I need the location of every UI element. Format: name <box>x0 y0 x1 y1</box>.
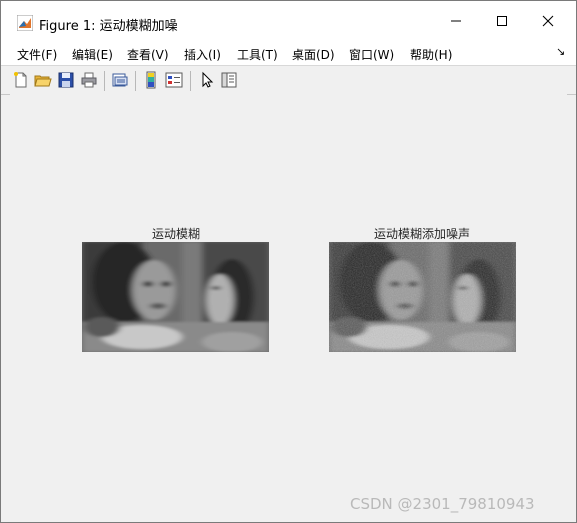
axes-1-title: 运动模糊 <box>151 227 201 241</box>
window-title: Figure 1: 运动模糊加噪 <box>39 19 178 34</box>
colorbar-icon[interactable] <box>142 71 160 89</box>
menu-desktop[interactable]: 桌面(D) <box>292 46 335 63</box>
maximize-icon <box>497 16 507 26</box>
menu-edit[interactable]: 编辑(E) <box>72 46 113 63</box>
property-editor-icon[interactable] <box>220 71 238 89</box>
menu-help[interactable]: 帮助(H) <box>410 46 452 63</box>
menu-file[interactable]: 文件(F) <box>17 46 57 63</box>
legend-icon[interactable] <box>165 71 183 89</box>
print-icon[interactable] <box>80 71 98 89</box>
print-preview-icon[interactable] <box>111 71 129 89</box>
minimize-button[interactable] <box>433 1 479 41</box>
title-bar[interactable]: Figure 1: 运动模糊加噪 <box>1 1 576 41</box>
save-icon[interactable] <box>57 71 75 89</box>
maximize-button[interactable] <box>479 1 525 41</box>
axes-2-title: 运动模糊添加噪声 <box>373 227 471 241</box>
dock-arrow-icon[interactable]: ↘ <box>556 45 565 58</box>
menu-bar: 文件(F) 编辑(E) 查看(V) 插入(I) 工具(T) 桌面(D) 窗口(W… <box>1 41 576 65</box>
close-button[interactable] <box>525 1 571 41</box>
axes-1-image <box>82 242 269 352</box>
toolbar-separator <box>104 71 105 91</box>
toolbar-separator <box>190 71 191 91</box>
motion-blurred-noisy-image <box>329 242 516 352</box>
toolbar-separator <box>135 71 136 91</box>
pointer-icon[interactable] <box>198 71 216 89</box>
menu-insert[interactable]: 插入(I) <box>184 46 221 63</box>
new-figure-icon[interactable] <box>12 71 30 89</box>
menu-view[interactable]: 查看(V) <box>127 46 169 63</box>
figure-window: Figure 1: 运动模糊加噪 文件(F) 编辑(E) 查看(V) 插入(I)… <box>0 0 577 523</box>
minimize-icon <box>451 20 461 22</box>
watermark: CSDN @2301_79810943 <box>350 495 535 513</box>
axes-2-image <box>329 242 516 352</box>
menu-tools[interactable]: 工具(T) <box>237 46 278 63</box>
menu-window[interactable]: 窗口(W) <box>349 46 394 63</box>
matlab-logo-icon <box>17 15 33 31</box>
toolbar <box>1 65 576 95</box>
open-icon[interactable] <box>34 71 52 89</box>
motion-blurred-image <box>82 242 269 352</box>
close-icon <box>542 15 554 27</box>
